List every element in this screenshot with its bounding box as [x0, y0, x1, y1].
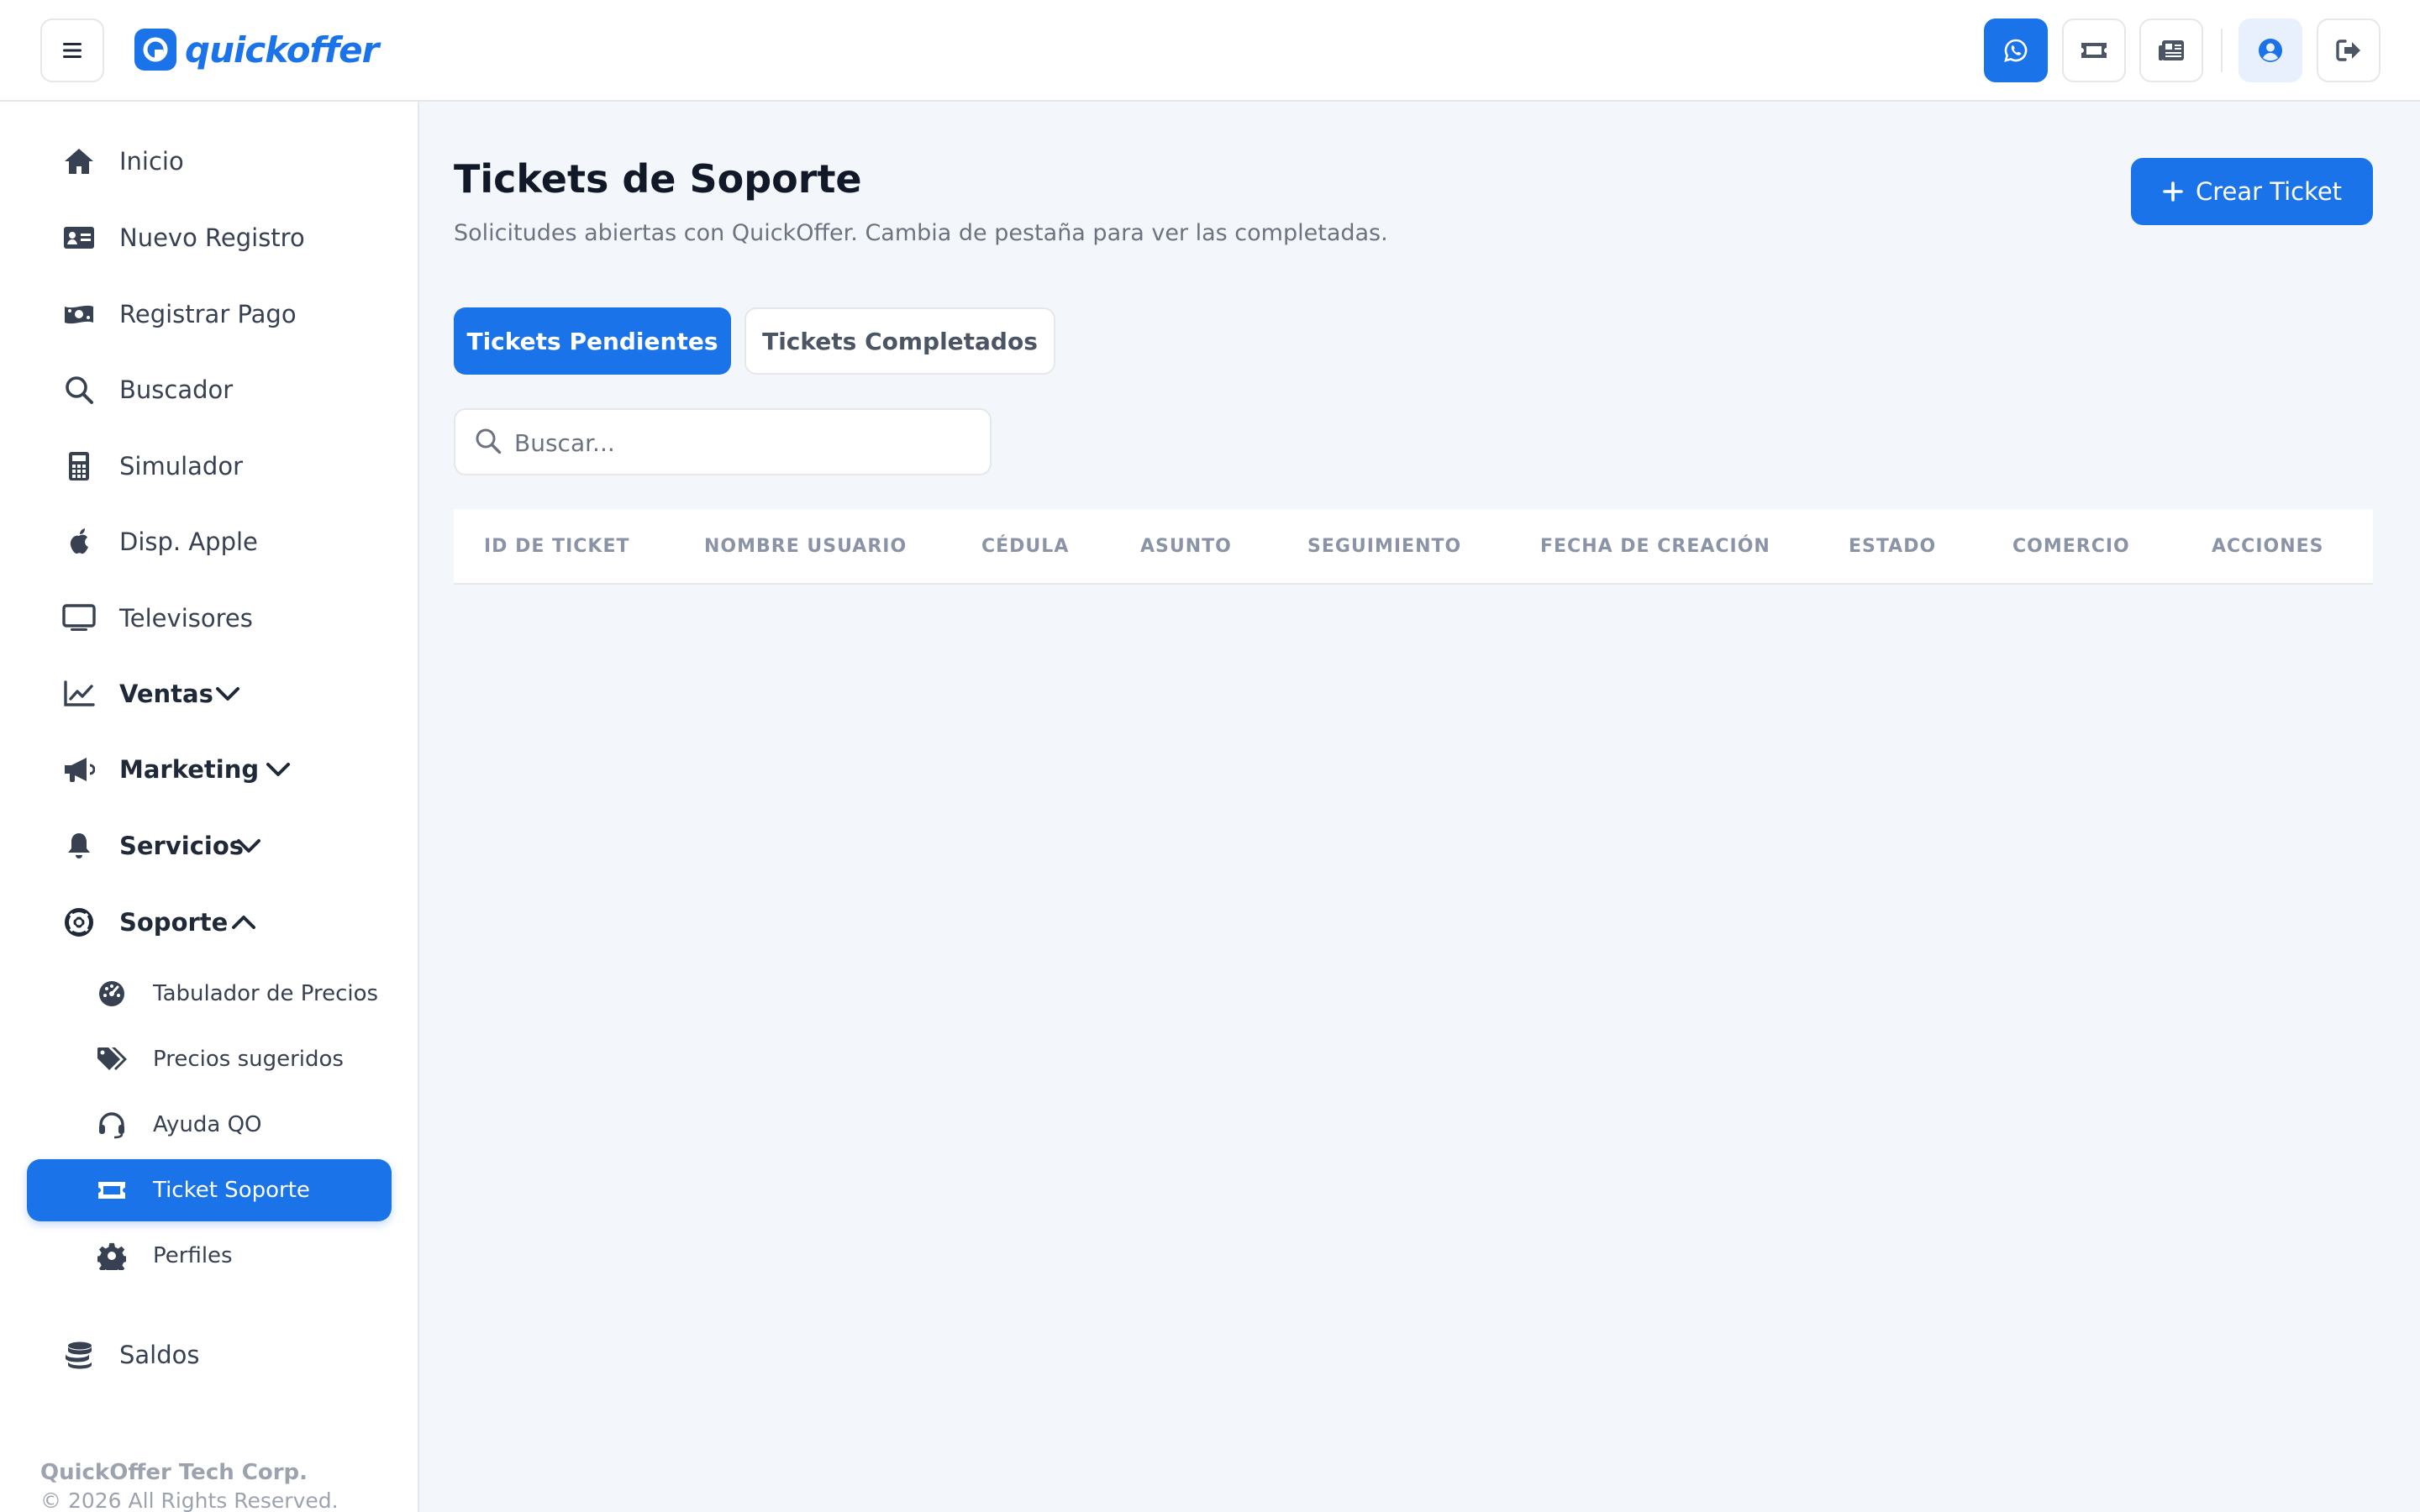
sidebar-subitem-label: Perfiles: [153, 1243, 233, 1268]
create-ticket-label: Crear Ticket: [2195, 177, 2343, 206]
sidebar-item-registrar-pago[interactable]: Registrar Pago: [0, 284, 419, 344]
calculator-icon: [62, 449, 96, 483]
apple-icon: [62, 525, 96, 559]
newspaper-icon: [2159, 40, 2184, 60]
sidebar-item-label: Servicios: [119, 832, 245, 860]
sidebar-item-label: Nuevo Registro: [119, 223, 305, 252]
sidebar-subitem-label: Ticket Soporte: [153, 1178, 310, 1203]
chart-line-icon: [62, 677, 96, 711]
sidebar-subitem-ayuda-qo[interactable]: Ayuda QO: [27, 1094, 392, 1156]
column-header-cedula[interactable]: CÉDULA: [981, 536, 1069, 557]
sidebar-item-label: Soporte: [119, 908, 229, 937]
sidebar-item-label: Ventas: [119, 680, 213, 708]
sidebar-item-simulador[interactable]: Simulador: [0, 436, 419, 496]
sidebar-subitem-label: Ayuda QO: [153, 1112, 262, 1137]
user-circle-icon: [2259, 39, 2282, 62]
tickets-button[interactable]: [2062, 18, 2126, 82]
tags-icon: [96, 1043, 128, 1075]
sidebar-item-servicios[interactable]: Servicios: [0, 816, 419, 876]
sidebar-item-label: Buscador: [119, 375, 234, 404]
sidebar-item-label: Disp. Apple: [119, 528, 258, 556]
brand-name: quickoffer: [185, 29, 379, 71]
column-header-seguimiento[interactable]: SEGUIMIENTO: [1307, 536, 1461, 557]
ticket-icon: [2081, 43, 2107, 58]
plus-icon: [2163, 181, 2183, 202]
sidebar-item-soporte[interactable]: Soporte: [0, 892, 419, 953]
column-header-comercio[interactable]: COMERCIO: [2012, 536, 2130, 557]
footer-copyright: © 2026 All Rights Reserved.: [40, 1488, 339, 1512]
sidebar-item-marketing[interactable]: Marketing: [0, 739, 419, 800]
bell-icon: [62, 829, 96, 863]
sidebar-subitem-label: Precios sugeridos: [153, 1047, 344, 1072]
page-subtitle: Solicitudes abiertas con QuickOffer. Cam…: [454, 220, 1388, 246]
news-button[interactable]: [2139, 18, 2203, 82]
chevron-down-icon: [213, 680, 242, 708]
ticket-icon: [96, 1174, 128, 1206]
headset-icon: [96, 1109, 128, 1141]
sidebar-item-label: Inicio: [119, 147, 184, 176]
lifebuoy-icon: [62, 906, 96, 939]
search-icon: [62, 373, 96, 407]
sidebar-item-ventas[interactable]: Ventas: [0, 664, 419, 724]
tab-tickets-completados[interactable]: Tickets Completados: [744, 307, 1055, 375]
sidebar-item-nuevo-registro[interactable]: Nuevo Registro: [0, 207, 419, 268]
sidebar-subitem-perfiles[interactable]: Perfiles: [27, 1225, 392, 1287]
logout-button[interactable]: [2317, 18, 2381, 82]
sidebar-item-inicio[interactable]: Inicio: [0, 131, 419, 192]
tab-tickets-pendientes[interactable]: Tickets Pendientes: [454, 307, 731, 375]
gear-icon: [96, 1240, 128, 1272]
sidebar-subitem-ticket-soporte[interactable]: Ticket Soporte: [27, 1159, 392, 1221]
brand-logo[interactable]: quickoffer: [134, 25, 379, 74]
sidebar-subitem-precios-sugeridos[interactable]: Precios sugeridos: [27, 1028, 392, 1090]
column-header-asunto[interactable]: ASUNTO: [1140, 536, 1232, 557]
sidebar-item-label: Registrar Pago: [119, 300, 297, 328]
sidebar-item-disp-apple[interactable]: Disp. Apple: [0, 512, 419, 572]
sidebar-item-televisores[interactable]: Televisores: [0, 588, 419, 648]
search-box: [454, 408, 992, 475]
search-icon: [476, 428, 502, 454]
tv-icon: [62, 601, 96, 635]
column-header-nombre-usuario[interactable]: NOMBRE USUARIO: [704, 536, 907, 557]
column-header-acciones: ACCIONES: [2212, 536, 2324, 557]
sidebar-item-label: Simulador: [119, 452, 243, 480]
sign-out-icon: [2336, 39, 2360, 61]
sidebar-item-buscador[interactable]: Buscador: [0, 360, 419, 420]
sidebar-subitem-tabulador[interactable]: Tabulador de Precios: [27, 963, 392, 1025]
megaphone-icon: [62, 753, 96, 786]
menu-toggle-button[interactable]: [40, 18, 104, 82]
chevron-up-icon: [229, 908, 258, 937]
chevron-down-icon: [264, 755, 292, 784]
column-header-estado[interactable]: ESTADO: [1849, 536, 1936, 557]
sidebar-item-label: Saldos: [119, 1341, 200, 1369]
sidebar-item-label: Televisores: [119, 604, 253, 633]
chevron-down-icon: [234, 832, 263, 860]
tickets-table: ID DE TICKET NOMBRE USUARIO CÉDULA ASUNT…: [454, 509, 2373, 585]
money-bill-icon: [62, 297, 96, 331]
page-title: Tickets de Soporte: [454, 156, 862, 202]
whatsapp-icon: [2004, 39, 2028, 62]
column-header-fecha-creacion[interactable]: FECHA DE CREACIÓN: [1540, 536, 1770, 557]
home-icon: [62, 144, 96, 178]
coins-icon: [62, 1338, 96, 1372]
whatsapp-button[interactable]: [1984, 18, 2048, 82]
create-ticket-button[interactable]: Crear Ticket: [2131, 158, 2373, 225]
footer-company: QuickOffer Tech Corp.: [40, 1460, 308, 1485]
logo-mark-icon: [134, 29, 176, 71]
sidebar-item-saldos[interactable]: Saldos: [0, 1325, 419, 1385]
gauge-icon: [96, 978, 128, 1010]
id-card-icon: [62, 221, 96, 255]
header-divider: [2221, 29, 2223, 72]
column-header-id[interactable]: ID DE TICKET: [484, 536, 629, 557]
sidebar-subitem-label: Tabulador de Precios: [153, 981, 379, 1006]
sidebar: Inicio Nuevo Registro Registrar Pago Bus…: [0, 102, 419, 1512]
hamburger-icon: [63, 43, 82, 58]
profile-button[interactable]: [2238, 18, 2302, 82]
sidebar-item-label: Marketing: [119, 755, 260, 784]
top-bar: quickoffer: [0, 0, 2420, 102]
search-input[interactable]: [514, 422, 976, 464]
